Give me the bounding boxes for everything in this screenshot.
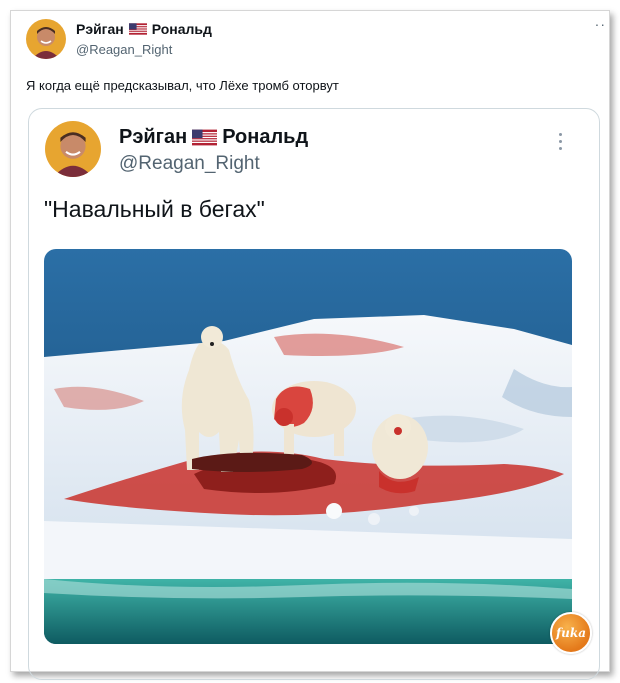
tweet-text: Я когда ещё предсказывал, что Лёхе тромб… bbox=[26, 78, 339, 93]
avatar-image bbox=[26, 19, 66, 59]
site-watermark-logo: fuka bbox=[550, 612, 592, 654]
us-flag-icon bbox=[192, 129, 218, 146]
polar-bears-photo[interactable] bbox=[44, 249, 572, 644]
author-first-name: Рэйган bbox=[76, 21, 124, 37]
author-last-name: Рональд bbox=[151, 21, 212, 37]
quoted-tweet-text: "Навальный в бегах" bbox=[44, 196, 265, 222]
quoted-author-name[interactable]: Рэйган Рональд bbox=[119, 126, 308, 149]
author-avatar[interactable] bbox=[26, 19, 66, 59]
quoted-author-last-name: Рональд bbox=[222, 126, 309, 148]
quoted-author-first-name: Рэйган bbox=[119, 126, 188, 148]
author-handle[interactable]: @Reagan_Right bbox=[76, 42, 172, 57]
more-options-icon[interactable]: ·· bbox=[595, 16, 606, 32]
quoted-avatar-image bbox=[45, 121, 101, 177]
author-name[interactable]: Рэйган Рональд bbox=[76, 21, 212, 37]
quoted-author-avatar[interactable] bbox=[45, 121, 101, 177]
quoted-author-handle[interactable]: @Reagan_Right bbox=[119, 153, 260, 175]
us-flag-icon bbox=[128, 23, 147, 35]
photo-image bbox=[44, 249, 572, 644]
quoted-more-options-icon[interactable] bbox=[557, 133, 563, 155]
